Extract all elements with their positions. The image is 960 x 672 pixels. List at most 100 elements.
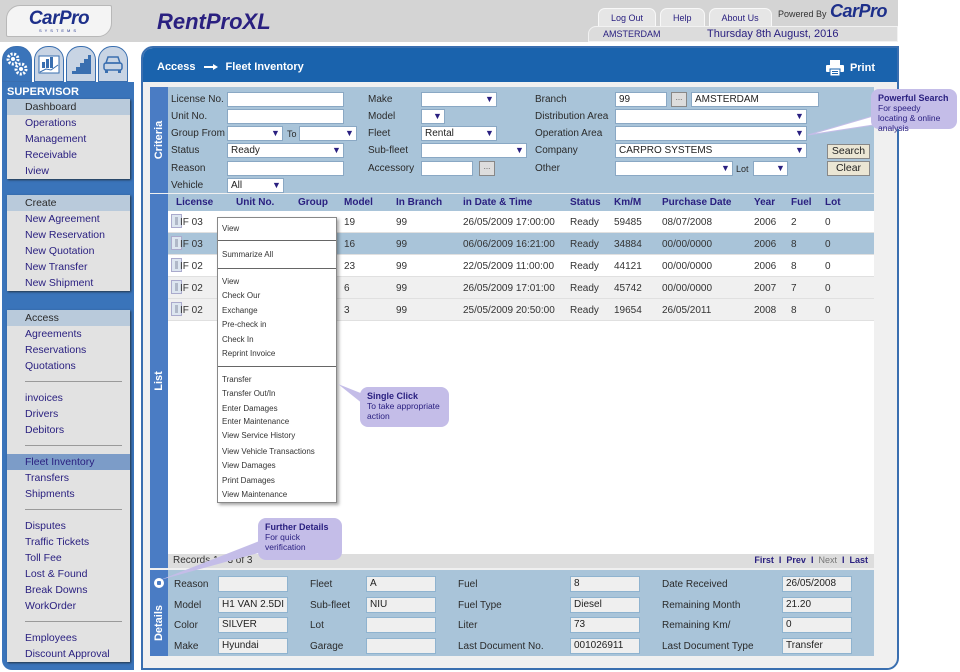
column-header-fuel[interactable]: Fuel — [791, 197, 812, 208]
first-page-link[interactable]: First — [754, 555, 774, 565]
menu-item-reprint-invoice[interactable]: Reprint Invoice — [222, 349, 275, 358]
license-no-input[interactable] — [227, 92, 344, 107]
settings-tab[interactable] — [2, 46, 32, 82]
lot-select[interactable]: ▼ — [753, 161, 788, 176]
menu-item-exchange[interactable]: Exchange — [222, 306, 258, 315]
details-tab[interactable]: Details — [150, 570, 168, 656]
about-us-tab[interactable]: About Us — [708, 8, 772, 26]
sidebar-item-invoices[interactable]: invoices — [7, 390, 130, 406]
column-header-model[interactable]: Model — [344, 197, 373, 208]
reason-input[interactable] — [227, 161, 344, 176]
sidebar-item-new-reservation[interactable]: New Reservation — [7, 227, 130, 243]
other-label: Other — [535, 163, 561, 174]
operation-area-select[interactable]: ▼ — [615, 126, 807, 141]
sidebar-item-break-downs[interactable]: Break Downs — [7, 582, 130, 598]
sidebar-item-shipments[interactable]: Shipments — [7, 486, 130, 502]
cell-in-branch: 99 — [396, 261, 408, 272]
sidebar-item-new-quotation[interactable]: New Quotation — [7, 243, 130, 259]
menu-item-check-in[interactable]: Check In — [222, 335, 254, 344]
sidebar-item-fleet-inventory[interactable]: Fleet Inventory — [7, 454, 130, 470]
sidebar-item-receivable[interactable]: Receivable — [7, 147, 130, 163]
sidebar-item-access[interactable]: Access — [7, 310, 130, 326]
sidebar-item-workorder[interactable]: WorkOrder — [7, 598, 130, 614]
menu-item-view-service-history[interactable]: View Service History — [222, 431, 295, 440]
status-select[interactable]: Ready ▼ — [227, 143, 344, 158]
column-header-group[interactable]: Group — [298, 197, 328, 208]
column-header-km-m[interactable]: Km/M — [614, 197, 641, 208]
menu-item-view-damages[interactable]: View Damages — [222, 461, 276, 470]
sidebar-item-transfers[interactable]: Transfers — [7, 470, 130, 486]
print-button[interactable]: Print — [825, 60, 875, 76]
statistics-tab[interactable] — [66, 46, 96, 82]
menu-item-print-damages[interactable]: Print Damages — [222, 476, 275, 485]
sidebar-item-management[interactable]: Management — [7, 131, 130, 147]
column-header-lot[interactable]: Lot — [825, 197, 841, 208]
menu-item-pre-check-in[interactable]: Pre-check in — [222, 320, 266, 329]
make-select[interactable]: ▼ — [421, 92, 497, 107]
company-select[interactable]: CARPRO SYSTEMS ▼ — [615, 143, 807, 158]
column-header-purchase-date[interactable]: Purchase Date — [662, 197, 731, 208]
accessory-lookup-button[interactable]: ... — [479, 161, 495, 176]
column-header-license[interactable]: License — [176, 197, 213, 208]
menu-item-view-vehicle-transactions[interactable]: View Vehicle Transactions — [222, 447, 315, 456]
column-header-unit-no-[interactable]: Unit No. — [236, 197, 274, 208]
vehicle-select[interactable]: All ▼ — [227, 178, 284, 193]
breadcrumb-access[interactable]: Access — [157, 61, 196, 73]
unit-no-input[interactable] — [227, 109, 344, 124]
sidebar-item-reservations[interactable]: Reservations — [7, 342, 130, 358]
sidebar-item-traffic-tickets[interactable]: Traffic Tickets — [7, 534, 130, 550]
help-tab[interactable]: Help — [660, 8, 705, 26]
column-header-status[interactable]: Status — [570, 197, 601, 208]
sidebar-item-dashboard[interactable]: Dashboard — [7, 99, 130, 115]
accessory-input[interactable] — [421, 161, 473, 176]
fleet-select[interactable]: Rental ▼ — [421, 126, 497, 141]
sidebar-item-discount-approval[interactable]: Discount Approval — [7, 646, 130, 662]
branch-lookup-button[interactable]: ... — [671, 92, 687, 107]
menu-item-view[interactable]: View — [222, 277, 239, 286]
group-from-select[interactable]: ▼ — [227, 126, 283, 141]
search-button[interactable]: Search — [827, 144, 870, 159]
criteria-tab[interactable]: Criteria — [150, 87, 168, 193]
sidebar-item-drivers[interactable]: Drivers — [7, 406, 130, 422]
reports-tab[interactable] — [34, 46, 64, 82]
branch-name-input[interactable]: AMSTERDAM — [691, 92, 819, 107]
sub-fleet-select[interactable]: ▼ — [421, 143, 527, 158]
menu-item-enter-damages[interactable]: Enter Damages — [222, 404, 278, 413]
sidebar-item-quotations[interactable]: Quotations — [7, 358, 130, 374]
clear-button[interactable]: Clear — [827, 161, 870, 176]
next-page-link[interactable]: Next — [818, 555, 837, 565]
menu-item-transfer[interactable]: Transfer — [222, 375, 252, 384]
sidebar-item-lost-found[interactable]: Lost & Found — [7, 566, 130, 582]
menu-item-enter-maintenance[interactable]: Enter Maintenance — [222, 417, 289, 426]
fleet-tab[interactable] — [98, 46, 128, 82]
sidebar-item-operations[interactable]: Operations — [7, 115, 130, 131]
branch-code-input[interactable]: 99 — [615, 92, 667, 107]
sidebar-item-new-agreement[interactable]: New Agreement — [7, 211, 130, 227]
menu-item-check-our[interactable]: Check Our — [222, 291, 260, 300]
sidebar-item-create[interactable]: Create — [7, 195, 130, 211]
sidebar-item-debitors[interactable]: Debitors — [7, 422, 130, 438]
prev-page-link[interactable]: Prev — [786, 555, 806, 565]
other-select[interactable]: ▼ — [615, 161, 733, 176]
last-page-link[interactable]: Last — [849, 555, 868, 565]
sidebar-item-disputes[interactable]: Disputes — [7, 518, 130, 534]
model-select[interactable]: ▼ — [421, 109, 445, 124]
sidebar-item-toll-fee[interactable]: Toll Fee — [7, 550, 130, 566]
menu-item-view-maintenance[interactable]: View Maintenance — [222, 490, 287, 499]
distribution-area-select[interactable]: ▼ — [615, 109, 807, 124]
menu-item-view[interactable]: View — [222, 224, 239, 233]
sidebar-item-new-shipment[interactable]: New Shipment — [7, 275, 130, 291]
logout-tab[interactable]: Log Out — [598, 8, 657, 26]
list-tab[interactable]: List — [150, 194, 168, 568]
column-header-in-branch[interactable]: In Branch — [396, 197, 442, 208]
sidebar-item-new-transfer[interactable]: New Transfer — [7, 259, 130, 275]
sidebar-item-agreements[interactable]: Agreements — [7, 326, 130, 342]
menu-item-summarize-all[interactable]: Summarize All — [222, 250, 273, 259]
sidebar-item-employees[interactable]: Employees — [7, 630, 130, 646]
menu-item-transfer-out-in[interactable]: Transfer Out/In — [222, 389, 276, 398]
column-header-in-date-time[interactable]: in Date & Time — [463, 197, 532, 208]
group-to-select[interactable]: ▼ — [299, 126, 357, 141]
column-header-year[interactable]: Year — [754, 197, 775, 208]
sidebar-item-iview[interactable]: Iview — [7, 163, 130, 179]
collapse-icon[interactable] — [154, 578, 164, 588]
